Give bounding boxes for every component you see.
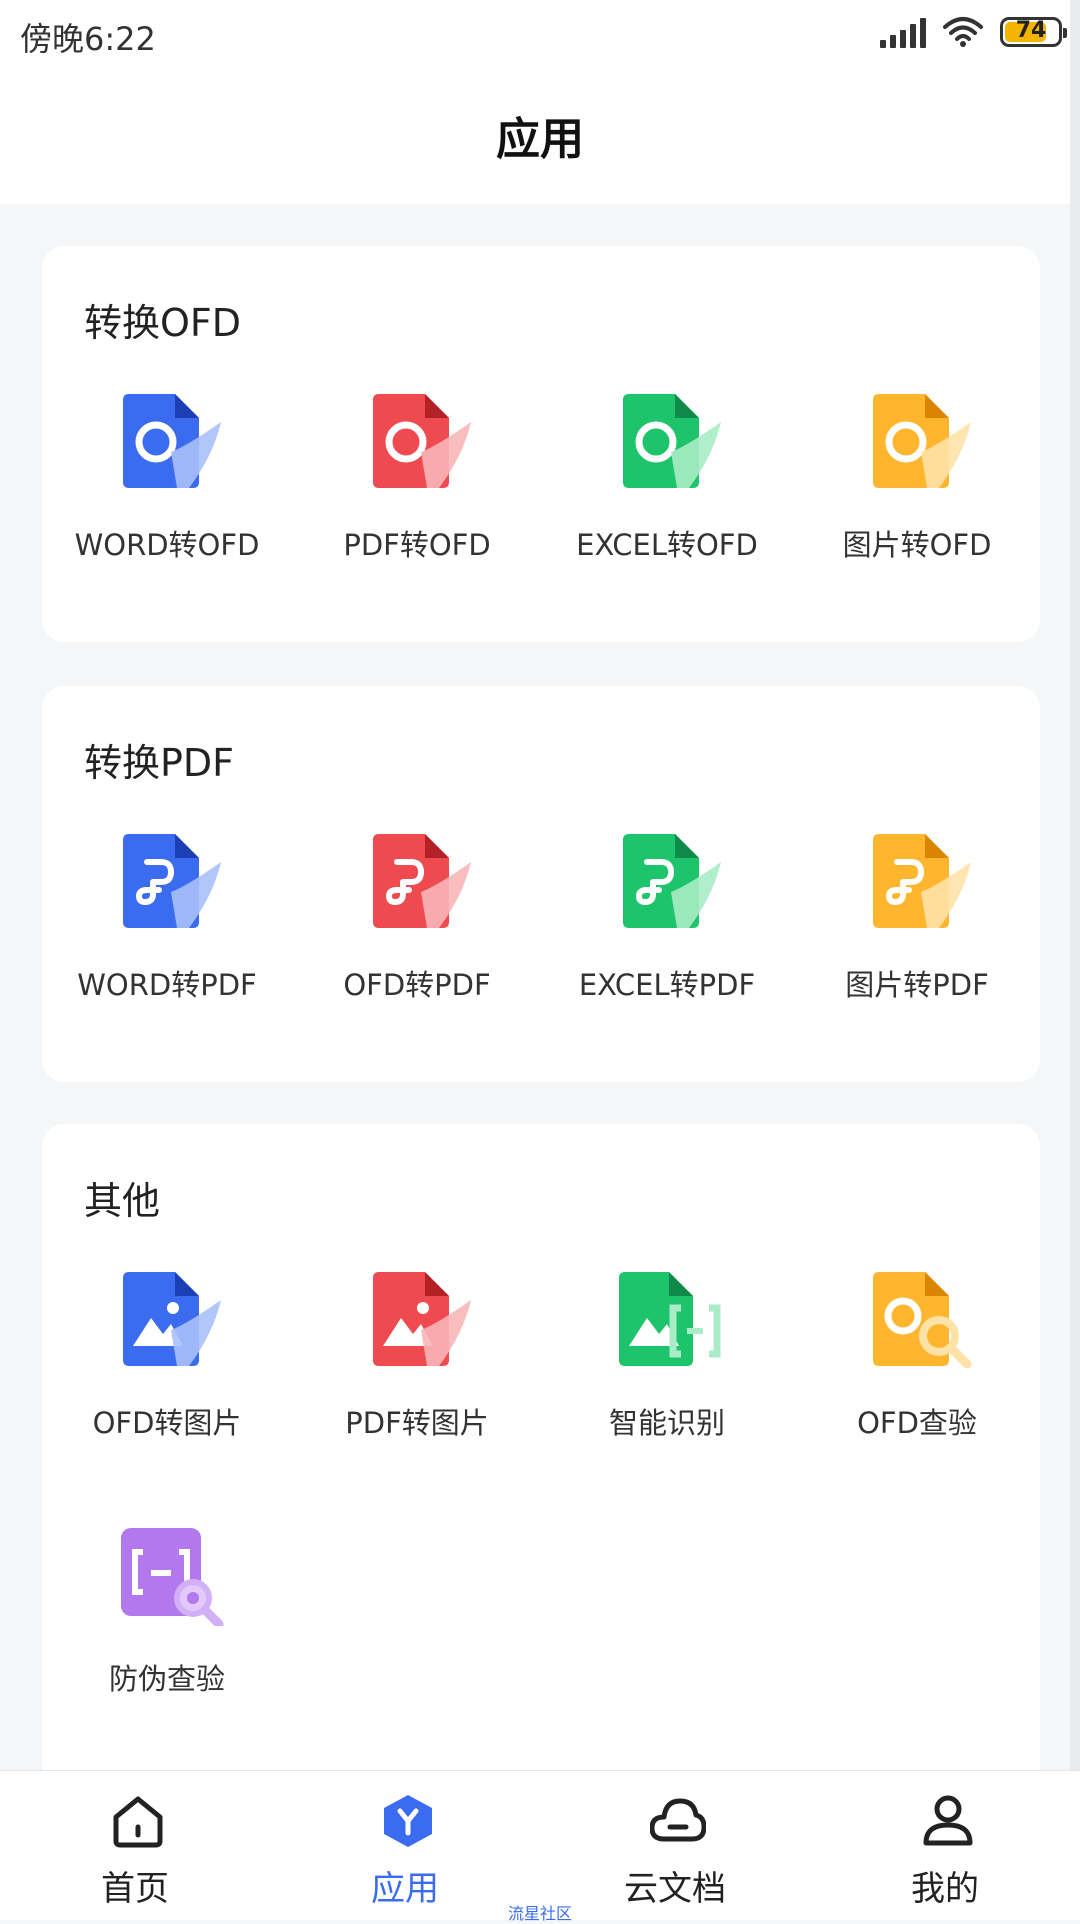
app-item-ofd-to-image[interactable]: OFD转图片: [42, 1270, 292, 1470]
app-item-label: WORD转OFD: [74, 528, 260, 562]
page-title: 应用: [496, 114, 584, 165]
section-title: 转换PDF: [84, 741, 235, 785]
blue-pdf-convert-icon: [123, 834, 221, 928]
wifi-icon: [943, 17, 983, 47]
section-other: 其他 OFD转图片 PDF转图片 智能识别 OFD查验 防伪查验: [42, 1124, 1040, 1824]
app-item-ofd-verify[interactable]: OFD查验: [792, 1270, 1042, 1470]
page-header: 应用: [0, 76, 1080, 204]
red-image-convert-icon: [373, 1272, 471, 1366]
home-icon: [113, 1796, 163, 1848]
signal-icon: [880, 16, 926, 48]
app-item-image-to-pdf[interactable]: 图片转PDF: [792, 832, 1042, 1032]
section-title: 其他: [84, 1179, 161, 1223]
profile-icon: [923, 1795, 973, 1846]
tab-home[interactable]: 首页: [0, 1771, 270, 1921]
app-item-label: EXCEL转OFD: [576, 528, 758, 562]
app-item-ofd-to-pdf[interactable]: OFD转PDF: [292, 832, 542, 1032]
app-item-label: WORD转PDF: [77, 968, 257, 1002]
green-pdf-convert-icon: [623, 834, 721, 928]
app-item-smart-recognition[interactable]: 智能识别: [542, 1270, 792, 1470]
scrollbar[interactable]: [1070, 0, 1080, 1920]
red-pdf-convert-icon: [373, 834, 471, 928]
red-ofd-convert-icon: [373, 394, 471, 488]
status-time: 傍晚6:22: [20, 20, 156, 58]
watermark: 流星社区: [507, 1904, 572, 1923]
app-item-anti-counterfeit-verify[interactable]: 防伪查验: [42, 1526, 292, 1726]
tab-apps[interactable]: 应用: [270, 1771, 540, 1921]
status-bar: 傍晚6:22 74: [0, 0, 1080, 76]
app-item-label: 图片转PDF: [845, 968, 989, 1002]
app-item-word-to-pdf[interactable]: WORD转PDF: [42, 832, 292, 1032]
tab-mine[interactable]: 我的: [810, 1771, 1080, 1921]
ofd-verify-icon: [873, 1272, 972, 1369]
green-ofd-convert-icon: [623, 394, 721, 488]
section-convert-ofd: 转换OFD WORD转OFD PDF转OFD EXCEL转OFD 图片转OFD: [42, 246, 1040, 642]
app-item-pdf-to-image[interactable]: PDF转图片: [292, 1270, 542, 1470]
app-item-label: 智能识别: [608, 1406, 725, 1440]
app-item-excel-to-pdf[interactable]: EXCEL转PDF: [542, 832, 792, 1032]
battery-icon: 74: [1000, 17, 1067, 47]
app-item-excel-to-ofd[interactable]: EXCEL转OFD: [542, 392, 792, 592]
yellow-ofd-convert-icon: [873, 394, 971, 488]
app-item-image-to-ofd[interactable]: 图片转OFD: [792, 392, 1042, 592]
app-item-label: PDF转OFD: [343, 528, 491, 562]
smart-recognition-icon: [619, 1272, 721, 1366]
status-icons: 74: [880, 16, 1067, 48]
battery-level: 74: [1015, 18, 1047, 43]
app-item-label: EXCEL转PDF: [578, 968, 756, 1002]
section-title: 转换OFD: [84, 301, 242, 345]
bottom-tab-bar: 首页 应用 云文档 我的: [0, 1770, 1080, 1920]
app-item-label: PDF转图片: [345, 1406, 489, 1440]
blue-ofd-convert-icon: [123, 394, 221, 488]
app-item-pdf-to-ofd[interactable]: PDF转OFD: [292, 392, 542, 592]
apps-icon: [384, 1795, 432, 1847]
app-item-label: 防伪查验: [108, 1662, 225, 1696]
app-item-label: OFD查验: [857, 1406, 977, 1440]
app-item-label: OFD转PDF: [343, 968, 491, 1002]
app-item-word-to-ofd[interactable]: WORD转OFD: [42, 392, 292, 592]
yellow-pdf-convert-icon: [873, 834, 971, 928]
app-item-label: 图片转OFD: [842, 528, 992, 562]
tab-cloud-docs[interactable]: 云文档: [540, 1771, 810, 1921]
cloud-icon: [650, 1798, 706, 1842]
anti-counterfeit-verify-icon: [121, 1528, 224, 1626]
blue-image-convert-icon: [123, 1272, 221, 1366]
app-item-label: OFD转图片: [92, 1406, 242, 1440]
section-convert-pdf: 转换PDF WORD转PDF OFD转PDF EXCEL转PDF 图片转PDF: [42, 686, 1040, 1082]
